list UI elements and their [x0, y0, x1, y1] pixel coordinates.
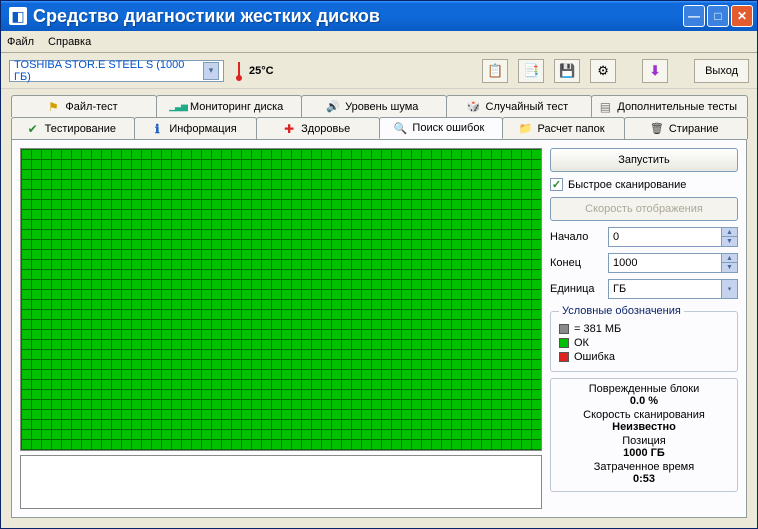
thermometer-icon — [234, 61, 244, 81]
exit-button[interactable]: Выход — [694, 59, 749, 83]
legend-square-error — [559, 352, 569, 362]
check-icon — [26, 122, 40, 136]
value-position: 1000 ГБ — [557, 447, 731, 459]
value-elapsed: 0:53 — [557, 473, 731, 485]
trash-icon — [650, 122, 664, 136]
flag-icon — [46, 100, 60, 114]
menu-help[interactable]: Справка — [48, 36, 91, 48]
menubar: Файл Справка — [1, 31, 757, 53]
legend-square-ok — [559, 338, 569, 348]
start-input[interactable]: 0 ▲▼ — [608, 227, 738, 247]
quick-scan-checkbox[interactable]: ✓ — [550, 178, 563, 191]
tab-extra[interactable]: Дополнительные тесты — [591, 95, 748, 117]
quick-scan-label: Быстрое сканирование — [568, 179, 686, 191]
spinner-up-icon[interactable]: ▲ — [721, 254, 737, 263]
temperature-value: 25°C — [249, 65, 274, 77]
grid-icon — [598, 100, 612, 114]
start-button[interactable]: Запустить — [550, 148, 738, 172]
legend-box: Условные обозначения = 381 МБ ОК Ошибка — [550, 305, 738, 372]
start-label: Начало — [550, 231, 602, 243]
unit-select[interactable]: ГБ ▾ — [608, 279, 738, 299]
search-icon — [393, 121, 407, 135]
value-damaged: 0.0 % — [557, 395, 731, 407]
toolbar-button-save[interactable]: 💾 — [554, 59, 580, 83]
legend-square-block — [559, 324, 569, 334]
temperature-indicator: 25°C — [234, 61, 274, 81]
tab-monitoring[interactable]: Мониторинг диска — [156, 95, 302, 117]
label-speed: Скорость сканирования — [557, 409, 731, 421]
info-icon — [150, 122, 164, 136]
render-speed-button: Скорость отображения — [550, 197, 738, 221]
tab-erase[interactable]: Стирание — [624, 117, 748, 139]
close-button[interactable]: ✕ — [731, 5, 753, 27]
toolbar-button-copy2[interactable]: 📑 — [518, 59, 544, 83]
app-icon: ◧ — [9, 7, 27, 25]
toolbar-button-settings[interactable]: ⚙ — [590, 59, 616, 83]
drive-select-value: TOSHIBA STOR.E STEEL S (1000 ГБ) — [14, 59, 203, 83]
label-elapsed: Затраченное время — [557, 461, 731, 473]
toolbar-button-copy[interactable]: 📋 — [482, 59, 508, 83]
maximize-button[interactable]: □ — [707, 5, 729, 27]
tab-health[interactable]: Здоровье — [256, 117, 380, 139]
log-output — [20, 455, 542, 509]
health-icon — [282, 122, 296, 136]
chevron-down-icon: ▾ — [721, 280, 737, 298]
tab-panel: Запустить ✓ Быстрое сканирование Скорост… — [11, 139, 747, 518]
spinner-down-icon[interactable]: ▼ — [721, 263, 737, 272]
window-title: Средство диагностики жестких дисков — [33, 6, 683, 27]
tab-noise[interactable]: Уровень шума — [301, 95, 447, 117]
block-map — [20, 148, 542, 451]
tab-file-test[interactable]: Файл-тест — [11, 95, 157, 117]
label-position: Позиция — [557, 435, 731, 447]
spinner-up-icon[interactable]: ▲ — [721, 228, 737, 237]
chart-icon — [171, 100, 185, 114]
tab-errors[interactable]: Поиск ошибок — [379, 117, 503, 139]
drive-select[interactable]: TOSHIBA STOR.E STEEL S (1000 ГБ) ▾ — [9, 60, 224, 82]
stats-box: Поврежденные блоки 0.0 % Скорость сканир… — [550, 378, 738, 492]
legend-title: Условные обозначения — [559, 305, 684, 317]
label-damaged: Поврежденные блоки — [557, 383, 731, 395]
tab-folders[interactable]: Расчет папок — [502, 117, 626, 139]
titlebar: ◧ Средство диагностики жестких дисков — … — [1, 1, 757, 31]
folder-icon — [519, 122, 533, 136]
dice-icon — [467, 100, 481, 114]
tab-info[interactable]: Информация — [134, 117, 258, 139]
value-speed: Неизвестно — [557, 421, 731, 433]
end-input[interactable]: 1000 ▲▼ — [608, 253, 738, 273]
menu-file[interactable]: Файл — [7, 36, 34, 48]
toolbar-button-down[interactable]: ⬇ — [642, 59, 668, 83]
chevron-down-icon: ▾ — [203, 62, 219, 80]
sound-icon — [326, 100, 340, 114]
toolbar: TOSHIBA STOR.E STEEL S (1000 ГБ) ▾ 25°C … — [1, 53, 757, 89]
tab-random[interactable]: Случайный тест — [446, 95, 592, 117]
tab-testing[interactable]: Тестирование — [11, 117, 135, 139]
minimize-button[interactable]: — — [683, 5, 705, 27]
unit-label: Единица — [550, 283, 602, 295]
spinner-down-icon[interactable]: ▼ — [721, 237, 737, 246]
end-label: Конец — [550, 257, 602, 269]
